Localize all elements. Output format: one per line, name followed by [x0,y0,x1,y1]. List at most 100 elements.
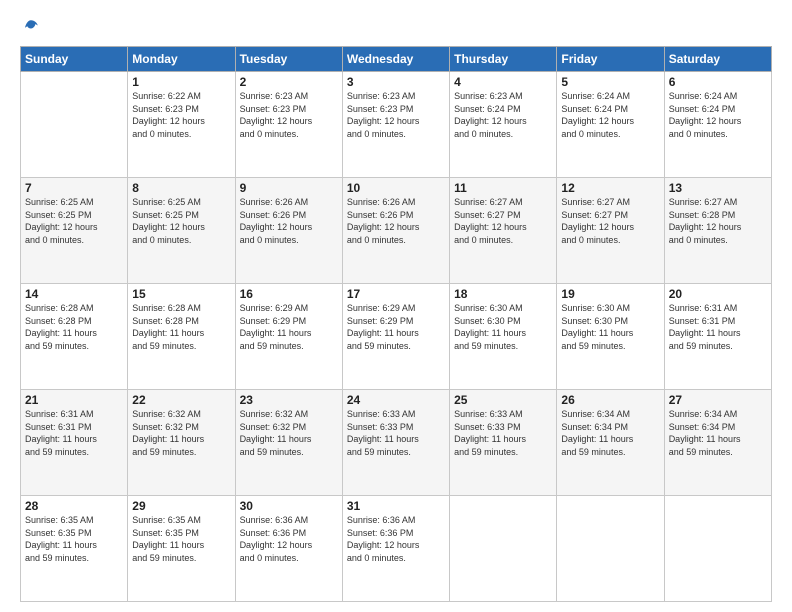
day-number: 17 [347,287,445,301]
day-info: Sunrise: 6:27 AM Sunset: 6:27 PM Dayligh… [561,196,659,246]
day-info: Sunrise: 6:32 AM Sunset: 6:32 PM Dayligh… [132,408,230,458]
day-number: 20 [669,287,767,301]
day-info: Sunrise: 6:24 AM Sunset: 6:24 PM Dayligh… [561,90,659,140]
day-info: Sunrise: 6:29 AM Sunset: 6:29 PM Dayligh… [240,302,338,352]
calendar-cell: 16Sunrise: 6:29 AM Sunset: 6:29 PM Dayli… [235,284,342,390]
day-number: 11 [454,181,552,195]
day-number: 15 [132,287,230,301]
day-number: 13 [669,181,767,195]
calendar-cell: 23Sunrise: 6:32 AM Sunset: 6:32 PM Dayli… [235,390,342,496]
calendar-cell: 15Sunrise: 6:28 AM Sunset: 6:28 PM Dayli… [128,284,235,390]
calendar-header-monday: Monday [128,47,235,72]
day-info: Sunrise: 6:27 AM Sunset: 6:28 PM Dayligh… [669,196,767,246]
calendar-cell: 10Sunrise: 6:26 AM Sunset: 6:26 PM Dayli… [342,178,449,284]
day-number: 29 [132,499,230,513]
calendar-cell: 18Sunrise: 6:30 AM Sunset: 6:30 PM Dayli… [450,284,557,390]
day-info: Sunrise: 6:25 AM Sunset: 6:25 PM Dayligh… [132,196,230,246]
day-number: 9 [240,181,338,195]
day-info: Sunrise: 6:28 AM Sunset: 6:28 PM Dayligh… [132,302,230,352]
day-number: 25 [454,393,552,407]
day-number: 12 [561,181,659,195]
day-number: 28 [25,499,123,513]
calendar-header-sunday: Sunday [21,47,128,72]
day-number: 21 [25,393,123,407]
day-info: Sunrise: 6:22 AM Sunset: 6:23 PM Dayligh… [132,90,230,140]
day-info: Sunrise: 6:36 AM Sunset: 6:36 PM Dayligh… [347,514,445,564]
day-number: 16 [240,287,338,301]
calendar-cell: 29Sunrise: 6:35 AM Sunset: 6:35 PM Dayli… [128,496,235,602]
calendar-cell: 9Sunrise: 6:26 AM Sunset: 6:26 PM Daylig… [235,178,342,284]
calendar-cell: 30Sunrise: 6:36 AM Sunset: 6:36 PM Dayli… [235,496,342,602]
calendar-cell: 20Sunrise: 6:31 AM Sunset: 6:31 PM Dayli… [664,284,771,390]
day-number: 22 [132,393,230,407]
day-info: Sunrise: 6:31 AM Sunset: 6:31 PM Dayligh… [669,302,767,352]
day-info: Sunrise: 6:24 AM Sunset: 6:24 PM Dayligh… [669,90,767,140]
day-number: 14 [25,287,123,301]
calendar-cell: 26Sunrise: 6:34 AM Sunset: 6:34 PM Dayli… [557,390,664,496]
day-number: 23 [240,393,338,407]
day-info: Sunrise: 6:36 AM Sunset: 6:36 PM Dayligh… [240,514,338,564]
calendar-cell: 28Sunrise: 6:35 AM Sunset: 6:35 PM Dayli… [21,496,128,602]
calendar-cell: 2Sunrise: 6:23 AM Sunset: 6:23 PM Daylig… [235,72,342,178]
day-info: Sunrise: 6:30 AM Sunset: 6:30 PM Dayligh… [561,302,659,352]
calendar-cell: 4Sunrise: 6:23 AM Sunset: 6:24 PM Daylig… [450,72,557,178]
day-info: Sunrise: 6:31 AM Sunset: 6:31 PM Dayligh… [25,408,123,458]
day-info: Sunrise: 6:30 AM Sunset: 6:30 PM Dayligh… [454,302,552,352]
calendar-cell: 25Sunrise: 6:33 AM Sunset: 6:33 PM Dayli… [450,390,557,496]
day-number: 27 [669,393,767,407]
day-number: 30 [240,499,338,513]
day-info: Sunrise: 6:23 AM Sunset: 6:24 PM Dayligh… [454,90,552,140]
day-info: Sunrise: 6:23 AM Sunset: 6:23 PM Dayligh… [347,90,445,140]
day-info: Sunrise: 6:33 AM Sunset: 6:33 PM Dayligh… [454,408,552,458]
calendar-cell: 8Sunrise: 6:25 AM Sunset: 6:25 PM Daylig… [128,178,235,284]
calendar-week-row: 1Sunrise: 6:22 AM Sunset: 6:23 PM Daylig… [21,72,772,178]
day-number: 3 [347,75,445,89]
day-info: Sunrise: 6:34 AM Sunset: 6:34 PM Dayligh… [669,408,767,458]
day-number: 8 [132,181,230,195]
calendar-body: 1Sunrise: 6:22 AM Sunset: 6:23 PM Daylig… [21,72,772,602]
header [20,18,772,36]
calendar-header-saturday: Saturday [664,47,771,72]
day-info: Sunrise: 6:25 AM Sunset: 6:25 PM Dayligh… [25,196,123,246]
day-number: 19 [561,287,659,301]
day-number: 18 [454,287,552,301]
calendar-header-row: SundayMondayTuesdayWednesdayThursdayFrid… [21,47,772,72]
day-info: Sunrise: 6:27 AM Sunset: 6:27 PM Dayligh… [454,196,552,246]
day-number: 2 [240,75,338,89]
calendar-week-row: 21Sunrise: 6:31 AM Sunset: 6:31 PM Dayli… [21,390,772,496]
day-info: Sunrise: 6:32 AM Sunset: 6:32 PM Dayligh… [240,408,338,458]
calendar-cell: 3Sunrise: 6:23 AM Sunset: 6:23 PM Daylig… [342,72,449,178]
calendar-cell: 11Sunrise: 6:27 AM Sunset: 6:27 PM Dayli… [450,178,557,284]
day-number: 31 [347,499,445,513]
day-info: Sunrise: 6:35 AM Sunset: 6:35 PM Dayligh… [132,514,230,564]
day-info: Sunrise: 6:26 AM Sunset: 6:26 PM Dayligh… [347,196,445,246]
calendar-cell [664,496,771,602]
calendar-cell: 31Sunrise: 6:36 AM Sunset: 6:36 PM Dayli… [342,496,449,602]
calendar-header-wednesday: Wednesday [342,47,449,72]
day-info: Sunrise: 6:23 AM Sunset: 6:23 PM Dayligh… [240,90,338,140]
calendar-cell [450,496,557,602]
calendar-cell: 6Sunrise: 6:24 AM Sunset: 6:24 PM Daylig… [664,72,771,178]
day-number: 24 [347,393,445,407]
day-number: 7 [25,181,123,195]
calendar-cell [21,72,128,178]
day-info: Sunrise: 6:33 AM Sunset: 6:33 PM Dayligh… [347,408,445,458]
calendar-cell: 1Sunrise: 6:22 AM Sunset: 6:23 PM Daylig… [128,72,235,178]
day-info: Sunrise: 6:35 AM Sunset: 6:35 PM Dayligh… [25,514,123,564]
day-number: 5 [561,75,659,89]
day-number: 10 [347,181,445,195]
day-info: Sunrise: 6:26 AM Sunset: 6:26 PM Dayligh… [240,196,338,246]
calendar-cell: 14Sunrise: 6:28 AM Sunset: 6:28 PM Dayli… [21,284,128,390]
calendar-week-row: 7Sunrise: 6:25 AM Sunset: 6:25 PM Daylig… [21,178,772,284]
calendar-cell [557,496,664,602]
page: SundayMondayTuesdayWednesdayThursdayFrid… [0,0,792,612]
calendar-cell: 5Sunrise: 6:24 AM Sunset: 6:24 PM Daylig… [557,72,664,178]
day-number: 4 [454,75,552,89]
day-info: Sunrise: 6:29 AM Sunset: 6:29 PM Dayligh… [347,302,445,352]
calendar-week-row: 14Sunrise: 6:28 AM Sunset: 6:28 PM Dayli… [21,284,772,390]
calendar-table: SundayMondayTuesdayWednesdayThursdayFrid… [20,46,772,602]
calendar-cell: 12Sunrise: 6:27 AM Sunset: 6:27 PM Dayli… [557,178,664,284]
day-number: 26 [561,393,659,407]
calendar-header-thursday: Thursday [450,47,557,72]
day-info: Sunrise: 6:28 AM Sunset: 6:28 PM Dayligh… [25,302,123,352]
